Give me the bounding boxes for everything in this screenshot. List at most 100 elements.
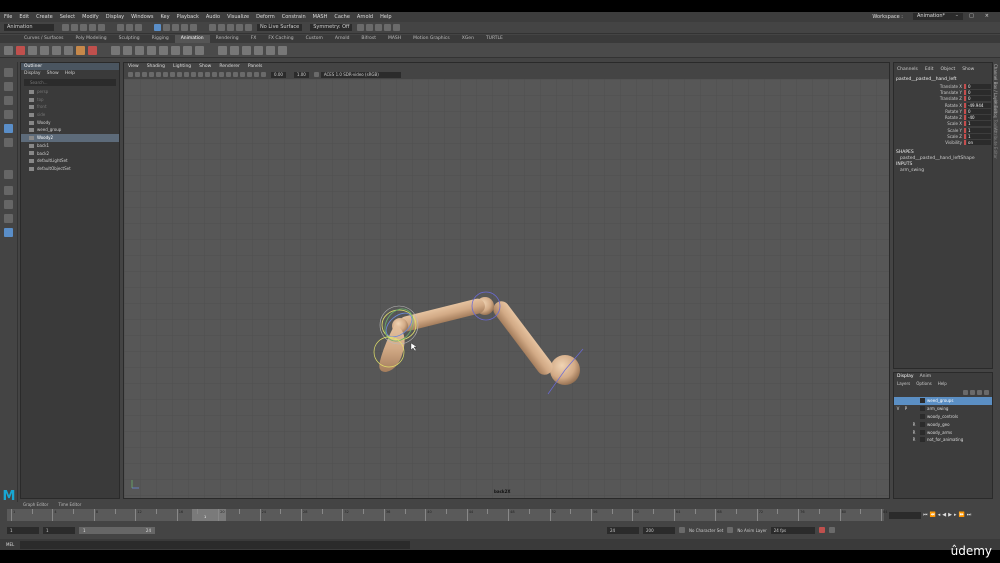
play-forward-icon[interactable]: ▶: [948, 512, 952, 518]
go-to-start-icon[interactable]: ⏮: [923, 512, 928, 518]
playback-start-field[interactable]: 1: [43, 526, 75, 534]
ipr-render-icon[interactable]: [366, 24, 374, 31]
shelf-tab-rigging[interactable]: Rigging: [146, 35, 175, 43]
outliner-item[interactable]: top: [21, 96, 119, 104]
layer-reference-toggle[interactable]: R: [910, 437, 918, 442]
outliner-search-input[interactable]: Search...: [24, 79, 116, 86]
outliner-menu-help[interactable]: Help: [65, 70, 75, 77]
menu-playback[interactable]: Playback: [177, 14, 199, 20]
lasso-tool-icon[interactable]: [4, 82, 13, 91]
snap-grid-icon[interactable]: [209, 24, 216, 31]
channel-box-menu-object[interactable]: Object: [941, 63, 956, 77]
shelf-tab-poly-modeling[interactable]: Poly Modeling: [70, 35, 113, 43]
channel-box-menu-show[interactable]: Show: [962, 63, 974, 77]
end-time-field[interactable]: 200: [643, 526, 675, 534]
point-constraint-icon[interactable]: [171, 45, 180, 55]
scale-tool-icon[interactable]: [4, 138, 13, 147]
attribute-value-field[interactable]: -49.944: [967, 102, 991, 108]
xray-icon[interactable]: [233, 72, 238, 77]
outliner-item[interactable]: persp: [21, 88, 119, 96]
select-by-handle-icon[interactable]: [154, 24, 161, 31]
menu-cache[interactable]: Cache: [334, 14, 350, 20]
attribute-row-translate-x[interactable]: Translate X 0: [894, 83, 992, 89]
far-clip-field[interactable]: 1.00: [293, 71, 309, 78]
last-tool-icon[interactable]: [4, 170, 13, 179]
menu-windows[interactable]: Windows: [131, 14, 153, 20]
layer-row[interactable]: weed_groups: [894, 397, 992, 405]
image-plane-icon[interactable]: [149, 72, 154, 77]
attribute-row-visibility[interactable]: Visibility on: [894, 140, 992, 146]
menu-help[interactable]: Help: [380, 14, 391, 20]
menu-edit[interactable]: Edit: [19, 14, 29, 20]
menu-visualize[interactable]: Visualize: [227, 14, 249, 20]
auto-key-icon[interactable]: [818, 527, 825, 533]
channel-box-menu-channels[interactable]: Channels: [897, 63, 918, 77]
viewport-menu-lighting[interactable]: Lighting: [173, 64, 191, 69]
animation-prefs-icon[interactable]: [828, 527, 835, 533]
tab-attribute-editor[interactable]: Attribute Editor: [993, 128, 998, 159]
attribute-row-rotate-z[interactable]: Rotate Z -40: [894, 114, 992, 121]
menu-arnold[interactable]: Arnold: [357, 14, 373, 20]
menu-file[interactable]: File: [4, 14, 12, 20]
snap-point-icon[interactable]: [227, 24, 234, 31]
layer-visibility-toggle[interactable]: V: [894, 406, 902, 411]
set-key-icon[interactable]: [16, 45, 25, 55]
menu-deform[interactable]: Deform: [256, 14, 275, 20]
camera-select-icon[interactable]: [128, 72, 133, 77]
step-forward-key-icon[interactable]: ⏩: [959, 512, 965, 518]
symmetry-dropdown[interactable]: Symmetry: Off: [310, 24, 353, 31]
select-hierarchy-icon[interactable]: [117, 24, 124, 31]
dope-sheet-icon[interactable]: [88, 45, 97, 55]
breakdown-icon[interactable]: [64, 45, 73, 55]
layer-row[interactable]: Rwoody_arms: [894, 428, 992, 436]
range-bar[interactable]: 1 24: [79, 526, 155, 534]
go-to-end-icon[interactable]: ⏭: [967, 512, 972, 518]
attribute-value-field[interactable]: 0: [967, 108, 991, 114]
shelf-tab-curves-surfaces[interactable]: Curves / Surfaces: [18, 35, 70, 43]
wireframe-icon[interactable]: [198, 72, 203, 77]
shelf-tab-sculpting[interactable]: Sculpting: [113, 35, 146, 43]
live-surface-field[interactable]: No Live Surface: [257, 24, 303, 31]
play-backward-icon[interactable]: ◀: [942, 512, 946, 518]
xray-joints-icon[interactable]: [240, 72, 245, 77]
new-layer-icon[interactable]: [977, 389, 982, 395]
layer-color-swatch[interactable]: [920, 406, 925, 412]
smooth-shade-icon[interactable]: [205, 72, 210, 77]
persp-outliner-icon[interactable]: [4, 214, 13, 223]
select-component-icon[interactable]: [135, 24, 142, 31]
step-back-key-icon[interactable]: ⏪: [930, 512, 936, 518]
outliner-item[interactable]: weed_group: [21, 126, 119, 134]
tab-time-editor[interactable]: Time Editor: [58, 502, 81, 508]
bind-skin-icon[interactable]: [135, 45, 144, 55]
move-layer-down-icon[interactable]: [970, 389, 975, 395]
attribute-row-scale-x[interactable]: Scale X 1: [894, 121, 992, 127]
snap-plane-icon[interactable]: [236, 24, 243, 31]
shelf-tab-animation[interactable]: Animation: [174, 35, 210, 43]
shelf-tab-turtle[interactable]: TURTLE: [480, 35, 509, 43]
select-by-curve-icon[interactable]: [172, 24, 179, 31]
select-object-icon[interactable]: [126, 24, 133, 31]
script-language-toggle[interactable]: MEL: [6, 542, 14, 547]
shadows-icon[interactable]: [226, 72, 231, 77]
attribute-value-field[interactable]: 1: [967, 121, 991, 127]
attribute-value-field[interactable]: 0: [967, 89, 991, 95]
colorspace-dropdown[interactable]: ACES 1.0 SDR-video (sRGB): [320, 71, 401, 78]
lights-icon[interactable]: [219, 72, 224, 77]
layer-color-swatch[interactable]: [920, 413, 925, 419]
save-scene-icon[interactable]: [80, 24, 87, 31]
shelf-tab-xgen[interactable]: XGen: [456, 35, 480, 43]
menu-audio[interactable]: Audio: [206, 14, 220, 20]
current-frame-field[interactable]: [889, 511, 921, 519]
menu-key[interactable]: Key: [160, 14, 169, 20]
outliner-item[interactable]: side: [21, 111, 119, 119]
grid-toggle-icon[interactable]: [156, 72, 161, 77]
attribute-value-field[interactable]: 0: [967, 83, 991, 89]
select-by-joint-icon[interactable]: [163, 24, 170, 31]
cluster-icon[interactable]: [278, 45, 287, 55]
close-icon[interactable]: ×: [985, 13, 989, 19]
outliner-item[interactable]: Woody: [21, 119, 119, 127]
layer-color-swatch[interactable]: [920, 398, 925, 404]
outliner-item[interactable]: defaultLightSet: [21, 157, 119, 165]
motion-trail-icon[interactable]: [218, 45, 227, 55]
move-tool-icon[interactable]: [4, 110, 13, 119]
